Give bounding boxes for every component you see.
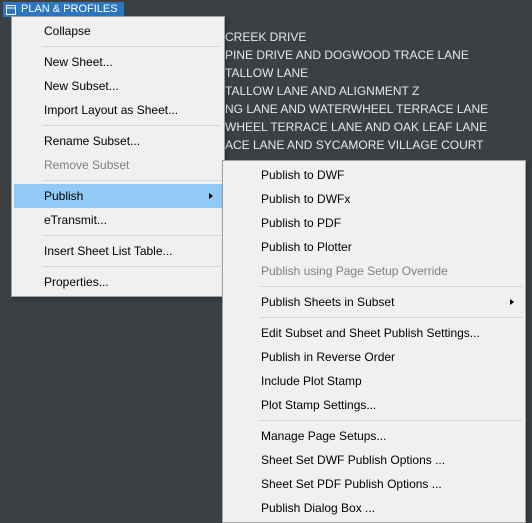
submenu-item-edit-subset-settings[interactable]: Edit Subset and Sheet Publish Settings..… [225, 321, 523, 345]
submenu-item-publish-plotter[interactable]: Publish to Plotter [225, 235, 523, 259]
chevron-right-icon [509, 294, 515, 310]
submenu-item-manage-page-setups[interactable]: Manage Page Setups... [225, 424, 523, 448]
submenu-item-plot-stamp-settings[interactable]: Plot Stamp Settings... [225, 393, 523, 417]
app-background: PLAN & PROFILES CREEK DRIVE PINE DRIVE A… [0, 0, 532, 505]
list-item: TALLOW LANE AND ALIGNMENT Z [225, 82, 488, 100]
submenu-item-reverse-order[interactable]: Publish in Reverse Order [225, 345, 523, 369]
menu-item-label: Publish to Plotter [261, 240, 352, 254]
menu-separator [42, 235, 221, 236]
list-item: ACE LANE AND SYCAMORE VILLAGE COURT [225, 136, 488, 154]
submenu-item-dwf-options[interactable]: Sheet Set DWF Publish Options ... [225, 448, 523, 472]
menu-item-label: Publish to DWFx [261, 192, 350, 206]
menu-item-label: New Subset... [44, 79, 119, 93]
submenu-item-publish-dwf[interactable]: Publish to DWF [225, 163, 523, 187]
submenu-item-pdf-options[interactable]: Sheet Set PDF Publish Options ... [225, 472, 523, 496]
menu-item-label: Publish to DWF [261, 168, 344, 182]
menu-item-label: Include Plot Stamp [261, 374, 362, 388]
menu-item-new-sheet[interactable]: New Sheet... [14, 50, 222, 74]
menu-separator [42, 180, 221, 181]
sheet-list: CREEK DRIVE PINE DRIVE AND DOGWOOD TRACE… [225, 28, 488, 154]
submenu-item-dialog-box[interactable]: Publish Dialog Box ... [225, 496, 523, 520]
menu-item-label: Publish in Reverse Order [261, 350, 395, 364]
menu-item-label: eTransmit... [44, 213, 107, 227]
menu-item-label: Insert Sheet List Table... [44, 244, 173, 258]
submenu-item-include-plot-stamp[interactable]: Include Plot Stamp [225, 369, 523, 393]
chevron-right-icon [208, 188, 214, 204]
submenu-item-publish-pdf[interactable]: Publish to PDF [225, 211, 523, 235]
menu-item-label: Publish to PDF [261, 216, 341, 230]
menu-item-label: Edit Subset and Sheet Publish Settings..… [261, 326, 480, 340]
publish-submenu: Publish to DWF Publish to DWFx Publish t… [222, 160, 526, 523]
list-item: TALLOW LANE [225, 64, 488, 82]
panel-title-label: PLAN & PROFILES [21, 3, 118, 15]
menu-item-label: Plot Stamp Settings... [261, 398, 376, 412]
list-item: WHEEL TERRACE LANE AND OAK LEAF LANE [225, 118, 488, 136]
list-item: PINE DRIVE AND DOGWOOD TRACE LANE [225, 46, 488, 64]
list-item: CREEK DRIVE [225, 28, 488, 46]
menu-item-label: Collapse [44, 24, 91, 38]
panel-title-bar: PLAN & PROFILES [3, 2, 124, 17]
context-menu: Collapse New Sheet... New Subset... Impo… [11, 16, 225, 297]
menu-item-label: Sheet Set DWF Publish Options ... [261, 453, 445, 467]
menu-item-rename-subset[interactable]: Rename Subset... [14, 129, 222, 153]
menu-separator [259, 317, 522, 318]
menu-separator [259, 286, 522, 287]
menu-item-collapse[interactable]: Collapse [14, 19, 222, 43]
submenu-item-sheets-in-subset[interactable]: Publish Sheets in Subset [225, 290, 523, 314]
menu-item-label: Publish [44, 189, 83, 203]
menu-separator [259, 420, 522, 421]
menu-item-label: Properties... [44, 275, 109, 289]
menu-item-import-layout[interactable]: Import Layout as Sheet... [14, 98, 222, 122]
menu-item-remove-subset: Remove Subset [14, 153, 222, 177]
menu-item-label: Rename Subset... [44, 134, 140, 148]
menu-separator [42, 125, 221, 126]
menu-item-label: Manage Page Setups... [261, 429, 386, 443]
menu-item-properties[interactable]: Properties... [14, 270, 222, 294]
list-item: NG LANE AND WATERWHEEL TERRACE LANE [225, 100, 488, 118]
menu-separator [42, 46, 221, 47]
menu-item-label: Import Layout as Sheet... [44, 103, 178, 117]
menu-item-insert-sheet-list[interactable]: Insert Sheet List Table... [14, 239, 222, 263]
submenu-item-publish-dwfx[interactable]: Publish to DWFx [225, 187, 523, 211]
menu-item-etransmit[interactable]: eTransmit... [14, 208, 222, 232]
menu-item-label: Publish Sheets in Subset [261, 295, 394, 309]
submenu-item-page-setup-override: Publish using Page Setup Override [225, 259, 523, 283]
menu-separator [42, 266, 221, 267]
menu-item-label: Remove Subset [44, 158, 129, 172]
menu-item-label: Publish using Page Setup Override [261, 264, 448, 278]
menu-item-label: New Sheet... [44, 55, 113, 69]
panel-title-icon [5, 4, 17, 16]
menu-item-label: Sheet Set PDF Publish Options ... [261, 477, 442, 491]
menu-item-label: Publish Dialog Box ... [261, 501, 375, 515]
menu-item-new-subset[interactable]: New Subset... [14, 74, 222, 98]
menu-item-publish[interactable]: Publish [14, 184, 222, 208]
